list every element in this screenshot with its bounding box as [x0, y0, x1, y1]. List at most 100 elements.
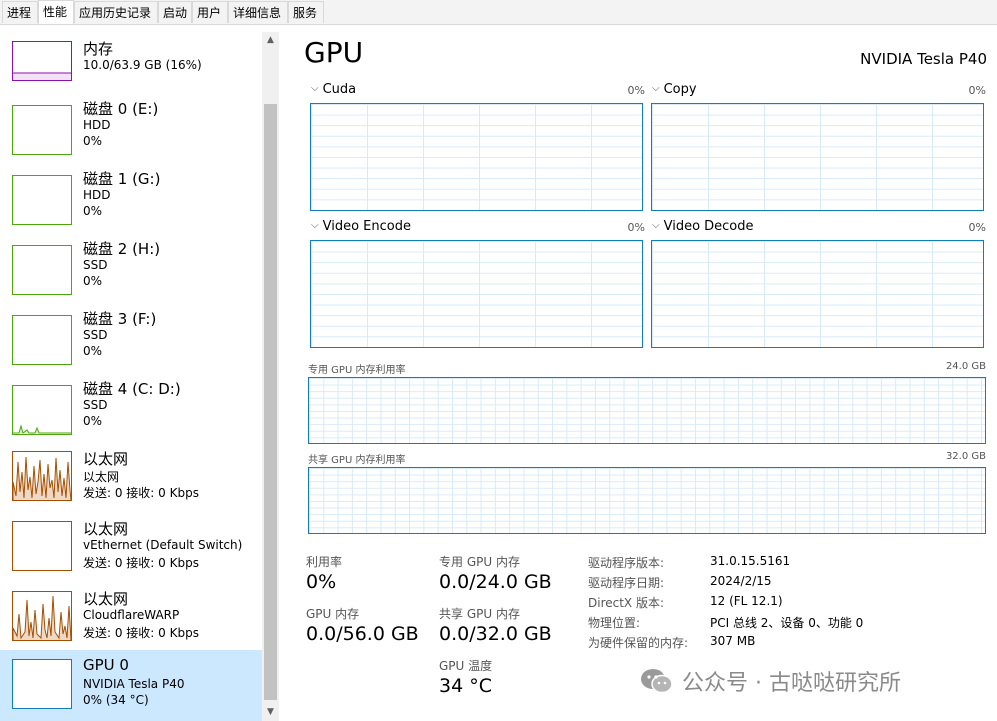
sidebar-item-title: 以太网: [83, 520, 129, 538]
disk-thumbnail: [12, 385, 72, 435]
sidebar-item-usage: 0%: [83, 414, 103, 428]
sidebar-item-throughput: 发送: 0 接收: 0 Kbps: [83, 486, 199, 500]
gpu-memory-value: 0.0/56.0 GB: [306, 623, 419, 645]
sidebar-scrollbar[interactable]: ▲ ▼: [262, 32, 279, 721]
sidebar-item-disk-2[interactable]: 磁盘 2 (H:) SSD 0%: [0, 235, 262, 305]
physical-location-value: PCI 总线 2、设备 0、功能 0: [710, 616, 864, 630]
engine-percent: 0%: [627, 221, 645, 234]
chevron-down-icon: ⌵: [652, 220, 660, 231]
sidebar-item-subtitle: 以太网: [83, 470, 120, 484]
sidebar-item-vethernet[interactable]: 以太网 vEthernet (Default Switch) 发送: 0 接收:…: [0, 515, 262, 585]
tab-app-history[interactable]: 应用历史记录: [74, 1, 158, 23]
sidebar-item-gpu-0[interactable]: GPU 0 NVIDIA Tesla P40 0% (34 °C): [0, 650, 262, 721]
shared-memory-stat-label: 共享 GPU 内存: [439, 607, 520, 621]
watermark-text: 公众号 · 古哒哒研究所: [682, 671, 901, 696]
engine-percent: 0%: [968, 84, 986, 97]
copy-graph: [651, 103, 984, 211]
engine-label: Video Decode: [663, 219, 754, 234]
sidebar-item-usage: 0% (34 °C): [83, 693, 149, 707]
gpu-thumbnail: [12, 659, 72, 709]
engine-selector-copy[interactable]: ⌵ Copy: [652, 82, 697, 97]
reserved-memory-key: 为硬件保留的内存:: [588, 636, 689, 650]
sidebar-item-title: 磁盘 1 (G:): [83, 170, 161, 188]
tab-details[interactable]: 详细信息: [228, 1, 288, 23]
wechat-icon: [641, 669, 673, 694]
sidebar-item-subtitle: CloudflareWARP: [83, 608, 180, 622]
dedicated-memory-graph: [308, 377, 986, 444]
shared-memory-graph: [308, 467, 986, 534]
ethernet-thumbnail: [12, 521, 72, 571]
tab-startup[interactable]: 启动: [158, 1, 192, 23]
sidebar-item-usage: 0%: [83, 274, 103, 288]
directx-version-key: DirectX 版本:: [588, 596, 665, 610]
tab-bar: 进程 性能 应用历史记录 启动 用户 详细信息 服务: [0, 0, 997, 25]
tab-services[interactable]: 服务: [288, 1, 324, 23]
sidebar-item-subtitle: vEthernet (Default Switch): [83, 538, 243, 552]
tab-performance[interactable]: 性能: [38, 0, 74, 24]
gpu-temperature-label: GPU 温度: [439, 659, 493, 673]
tab-users[interactable]: 用户: [192, 1, 228, 23]
scroll-thumb[interactable]: [264, 104, 277, 700]
engine-label: Copy: [663, 82, 697, 97]
sidebar-item-disk-4[interactable]: 磁盘 4 (C: D:) SSD 0%: [0, 375, 262, 445]
sidebar-item-title: 磁盘 4 (C: D:): [83, 380, 181, 398]
utilization-value: 0%: [306, 571, 337, 593]
cuda-graph: [310, 103, 643, 211]
dedicated-memory-max: 24.0 GB: [945, 361, 986, 372]
driver-date-key: 驱动程序日期:: [588, 576, 665, 590]
sidebar-item-disk-1[interactable]: 磁盘 1 (G:) HDD 0%: [0, 165, 262, 235]
engine-label: Cuda: [322, 82, 357, 97]
sidebar-item-subtitle: SSD: [83, 398, 108, 412]
sidebar-item-usage: 0%: [83, 344, 103, 358]
physical-location-key: 物理位置:: [588, 616, 641, 630]
watermark: 公众号 · 古哒哒研究所: [640, 664, 901, 698]
engine-label: Video Encode: [322, 219, 411, 234]
dedicated-memory-stat-label: 专用 GPU 内存: [439, 555, 520, 569]
sidebar-item-title: 磁盘 0 (E:): [83, 100, 159, 118]
chevron-down-icon: ⌵: [311, 220, 319, 231]
engine-selector-cuda[interactable]: ⌵ Cuda: [311, 82, 356, 97]
utilization-label: 利用率: [306, 555, 343, 569]
sidebar-item-subtitle: NVIDIA Tesla P40: [83, 677, 185, 691]
chevron-down-icon: ⌵: [652, 83, 660, 94]
engine-selector-video-encode[interactable]: ⌵ Video Encode: [311, 219, 411, 234]
sidebar-item-disk-0[interactable]: 磁盘 0 (E:) HDD 0%: [0, 95, 262, 165]
disk-thumbnail: [12, 105, 72, 155]
engine-percent: 0%: [627, 84, 645, 97]
chevron-down-icon: ⌵: [311, 83, 319, 94]
sidebar-item-subtitle: HDD: [83, 118, 111, 132]
driver-version-key: 驱动程序版本:: [588, 556, 665, 570]
sidebar-item-subtitle: HDD: [83, 188, 111, 202]
resource-list: 内存 10.0/63.9 GB (16%) 磁盘 0 (E:) HDD 0% 磁…: [0, 25, 262, 721]
video-encode-graph: [310, 240, 643, 348]
sidebar-item-throughput: 发送: 0 接收: 0 Kbps: [83, 626, 199, 640]
sidebar-item-cloudflare-warp[interactable]: 以太网 CloudflareWARP 发送: 0 接收: 0 Kbps: [0, 585, 262, 655]
sidebar-item-usage: 0%: [83, 134, 103, 148]
sidebar-item-title: 以太网: [83, 590, 129, 608]
shared-memory-max: 32.0 GB: [945, 451, 986, 462]
engine-percent: 0%: [968, 221, 986, 234]
scroll-up-arrow-icon[interactable]: ▲: [262, 32, 279, 49]
ethernet-thumbnail: [12, 451, 72, 501]
sidebar-item-title: 磁盘 2 (H:): [83, 240, 161, 258]
disk-thumbnail: [12, 175, 72, 225]
video-decode-graph: [651, 240, 984, 348]
tab-processes[interactable]: 进程: [2, 1, 38, 23]
shared-memory-stat-value: 0.0/32.0 GB: [439, 623, 552, 645]
gpu-memory-label: GPU 内存: [306, 607, 360, 621]
ethernet-thumbnail: [12, 591, 72, 641]
dedicated-memory-stat-value: 0.0/24.0 GB: [439, 571, 552, 593]
page-title: GPU: [304, 36, 364, 69]
shared-memory-label: 共享 GPU 内存利用率: [308, 455, 406, 466]
sidebar-item-throughput: 发送: 0 接收: 0 Kbps: [83, 556, 199, 570]
sidebar-item-usage: 0%: [83, 204, 103, 218]
driver-version-value: 31.0.15.5161: [710, 554, 791, 568]
engine-selector-video-decode[interactable]: ⌵ Video Decode: [652, 219, 754, 234]
sidebar-item-ethernet[interactable]: 以太网 以太网 发送: 0 接收: 0 Kbps: [0, 445, 262, 515]
disk-thumbnail: [12, 245, 72, 295]
device-name: NVIDIA Tesla P40: [860, 50, 987, 68]
sidebar-item-title: 磁盘 3 (F:): [83, 310, 157, 328]
sidebar-item-disk-3[interactable]: 磁盘 3 (F:) SSD 0%: [0, 305, 262, 375]
sidebar-item-subtitle: 10.0/63.9 GB (16%): [83, 58, 202, 72]
scroll-down-arrow-icon[interactable]: ▼: [262, 704, 279, 721]
